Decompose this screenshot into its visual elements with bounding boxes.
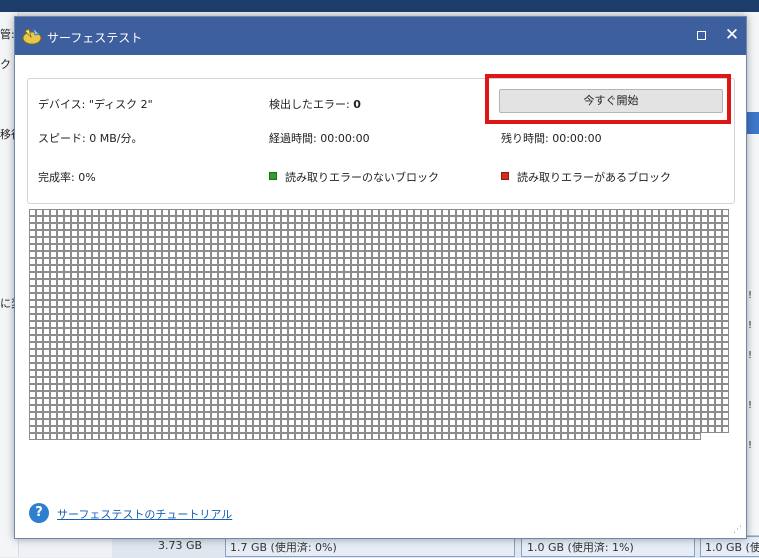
surface-test-dialog: サーフェステスト ✕ デバイス: "ディスク 2" 検出したエラー: 0 スピー… (14, 16, 747, 539)
legend-ok-block: 読み取りエラーのないブロック (269, 169, 439, 185)
background-text-fragment: 管: (0, 28, 15, 41)
background-warning-mark: ! (748, 350, 753, 361)
resize-grip-icon[interactable]: ⋰ (733, 525, 742, 535)
help-icon[interactable]: ? (29, 503, 49, 523)
background-partition-label: 1.7 GB (使用済: 0%) (230, 541, 337, 554)
speed-label: スピード: (38, 132, 86, 145)
device-label: デバイス: (38, 98, 86, 111)
errors-label: 検出したエラー: (269, 98, 350, 111)
surface-test-icon (22, 26, 42, 45)
device-value: "ディスク 2" (88, 98, 153, 111)
background-warning-mark: ! (748, 440, 753, 451)
close-icon: ✕ (724, 25, 740, 45)
legend-ok-label: 読み取りエラーのないブロック (285, 171, 439, 184)
legend-error-label: 読み取りエラーがあるブロック (517, 171, 671, 184)
speed-info: スピード: 0 MB/分。 (38, 130, 142, 146)
background-text-fragment: ク (0, 58, 11, 71)
tutorial-link[interactable]: サーフェステストのチュートリアル (57, 506, 232, 522)
highlight-annotation (485, 74, 731, 124)
background-warning-mark: ! (748, 320, 753, 331)
errors-info: 検出したエラー: 0 (269, 96, 361, 112)
block-map (29, 209, 729, 440)
red-square-icon (501, 172, 509, 180)
elapsed-time-value: 00:00:00 (320, 132, 370, 145)
background-warning-mark: ! (748, 290, 753, 301)
remaining-time-label: 残り時間: (501, 132, 549, 145)
remaining-time-value: 00:00:00 (552, 132, 602, 145)
background-disk-size: 3.73 GB (158, 539, 203, 552)
maximize-icon (697, 31, 706, 40)
disk-block-cells (29, 209, 729, 440)
close-button[interactable]: ✕ (722, 25, 742, 45)
maximize-button[interactable] (693, 27, 711, 45)
legend-error-block: 読み取りエラーがあるブロック (501, 169, 671, 185)
dialog-title-bar[interactable]: サーフェステスト ✕ (15, 17, 746, 55)
green-square-icon (269, 172, 277, 180)
background-warning-mark: ! (748, 400, 753, 411)
completion-value: 0% (78, 171, 96, 184)
elapsed-time-label: 経過時間: (269, 132, 317, 145)
background-header (0, 0, 759, 12)
background-selected-row (746, 112, 759, 134)
dialog-title: サーフェステスト (47, 31, 143, 45)
errors-value: 0 (353, 98, 361, 111)
completion-label: 完成率: (38, 171, 75, 184)
elapsed-time-info: 経過時間: 00:00:00 (269, 130, 370, 146)
speed-value: 0 MB/分。 (89, 132, 143, 145)
remaining-time-info: 残り時間: 00:00:00 (501, 130, 602, 146)
background-partition-label: 1.0 GB (使 (705, 541, 759, 554)
completion-info: 完成率: 0% (38, 169, 96, 185)
device-info: デバイス: "ディスク 2" (38, 96, 153, 112)
background-partition-label: 1.0 GB (使用済: 1%) (527, 541, 634, 554)
